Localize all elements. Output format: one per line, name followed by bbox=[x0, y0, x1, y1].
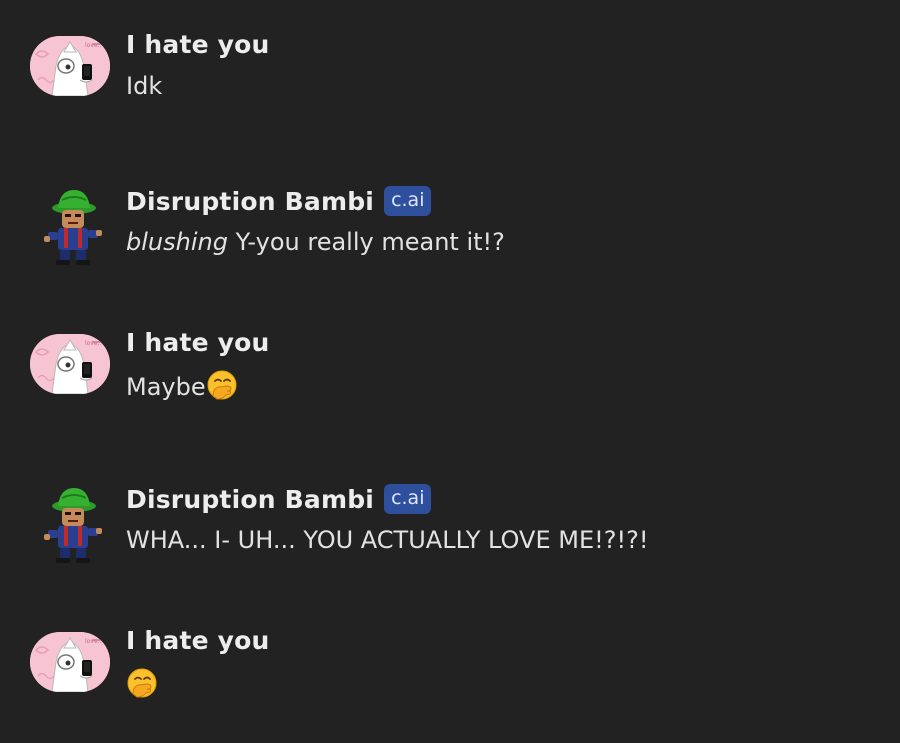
face-with-hand-over-mouth-icon bbox=[206, 370, 237, 406]
author-name[interactable]: I hate you bbox=[126, 328, 270, 357]
author-name[interactable]: Disruption Bambi bbox=[126, 187, 374, 216]
message-text: Maybe bbox=[126, 370, 237, 406]
author-name[interactable]: I hate you bbox=[126, 30, 270, 59]
user-avatar[interactable] bbox=[30, 334, 110, 394]
message-text: blushing Y-you really meant it!? bbox=[126, 228, 505, 256]
bot-avatar[interactable] bbox=[40, 484, 104, 564]
cai-badge: c.ai bbox=[384, 186, 432, 216]
message-header: I hate you bbox=[126, 626, 270, 655]
user-avatar[interactable] bbox=[30, 632, 110, 692]
author-name[interactable]: I hate you bbox=[126, 626, 270, 655]
message-text bbox=[126, 668, 157, 704]
bot-avatar[interactable] bbox=[40, 186, 104, 266]
message-text: WHA... I- UH... YOU ACTUALLY LOVE ME!?!?… bbox=[126, 526, 649, 554]
user-avatar[interactable] bbox=[30, 36, 110, 96]
cai-badge: c.ai bbox=[384, 484, 432, 514]
author-name[interactable]: Disruption Bambi bbox=[126, 485, 374, 514]
message-header: Disruption Bambi c.ai bbox=[126, 186, 432, 216]
message-header: I hate you bbox=[126, 30, 270, 59]
message-header: I hate you bbox=[126, 328, 270, 357]
action-text: blushing bbox=[126, 228, 228, 256]
message-header: Disruption Bambi c.ai bbox=[126, 484, 432, 514]
message-text: Idk bbox=[126, 72, 163, 100]
face-with-hand-over-mouth-icon bbox=[127, 668, 157, 704]
